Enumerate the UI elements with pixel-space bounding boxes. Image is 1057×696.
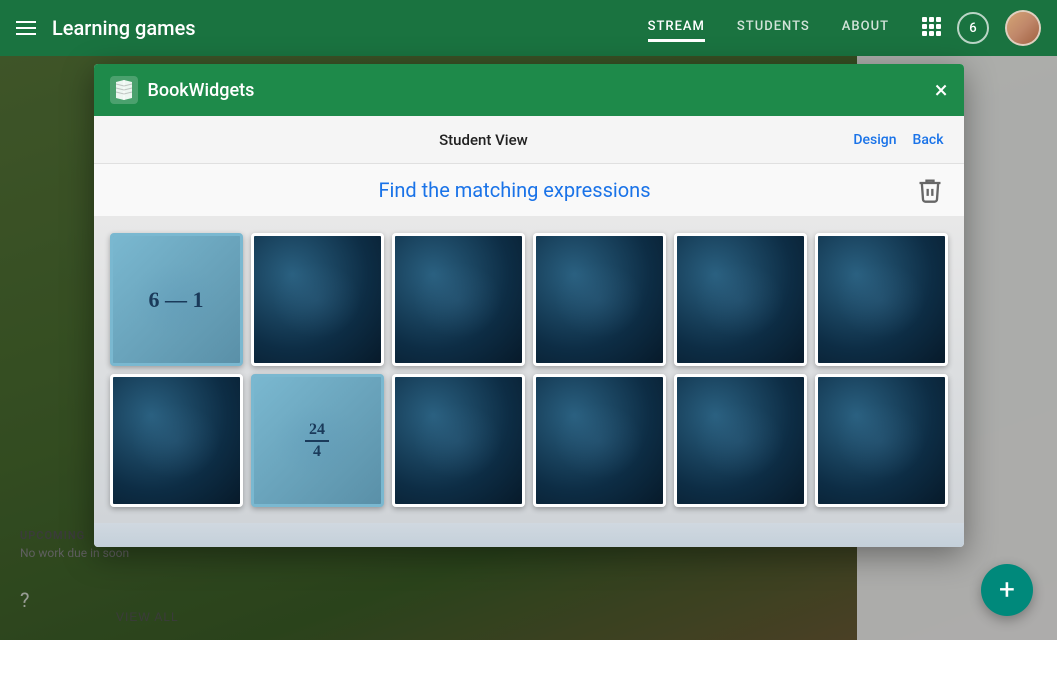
modal-subheader: Student View Design Back	[94, 116, 964, 164]
student-view-title: Student View	[114, 131, 854, 149]
widget-title-bar: Find the matching expressions	[94, 164, 964, 217]
apps-icon[interactable]	[921, 16, 941, 41]
nav-tabs: STREAM STUDENTS ABOUT	[648, 19, 889, 38]
top-navigation: Learning games STREAM STUDENTS ABOUT 6	[0, 0, 1057, 56]
card-2[interactable]	[251, 233, 384, 366]
card-3[interactable]	[392, 233, 525, 366]
card-6[interactable]	[815, 233, 948, 366]
bookwidgets-logo	[110, 76, 138, 104]
card-12[interactable]	[815, 374, 948, 507]
card-11[interactable]	[674, 374, 807, 507]
bookwidgets-modal: BookWidgets × Student View Design Back F…	[94, 64, 964, 547]
hamburger-menu[interactable]	[16, 21, 36, 35]
card-8-content: 24 4	[305, 421, 329, 461]
card-1[interactable]: 6 — 1	[110, 233, 243, 366]
tab-students[interactable]: STUDENTS	[737, 19, 810, 38]
card-4[interactable]	[533, 233, 666, 366]
game-grid: 6 — 1	[94, 217, 964, 523]
modal-title: BookWidgets	[148, 80, 935, 101]
modal-close-button[interactable]: ×	[935, 78, 948, 102]
modal-overlay: BookWidgets × Student View Design Back F…	[0, 56, 1057, 640]
modal-header: BookWidgets ×	[94, 64, 964, 116]
subheader-actions: Design Back	[853, 132, 943, 148]
card-7[interactable]	[110, 374, 243, 507]
user-avatar[interactable]	[1005, 10, 1041, 46]
card-8[interactable]: 24 4	[251, 374, 384, 507]
card-10[interactable]	[533, 374, 666, 507]
card-9[interactable]	[392, 374, 525, 507]
fab-add-button[interactable]: +	[981, 564, 1033, 616]
card-5[interactable]	[674, 233, 807, 366]
notification-badge[interactable]: 6	[957, 12, 989, 44]
delete-icon[interactable]	[916, 176, 944, 204]
modal-footer	[94, 523, 964, 547]
app-title: Learning games	[52, 16, 196, 40]
tab-about[interactable]: ABOUT	[842, 19, 889, 38]
tab-stream[interactable]: STREAM	[648, 19, 705, 38]
widget-title: Find the matching expressions	[114, 178, 916, 202]
design-button[interactable]: Design	[853, 132, 896, 148]
card-1-content: 6 — 1	[149, 287, 204, 313]
back-button[interactable]: Back	[913, 132, 944, 148]
nav-right-actions: 6	[921, 10, 1041, 46]
